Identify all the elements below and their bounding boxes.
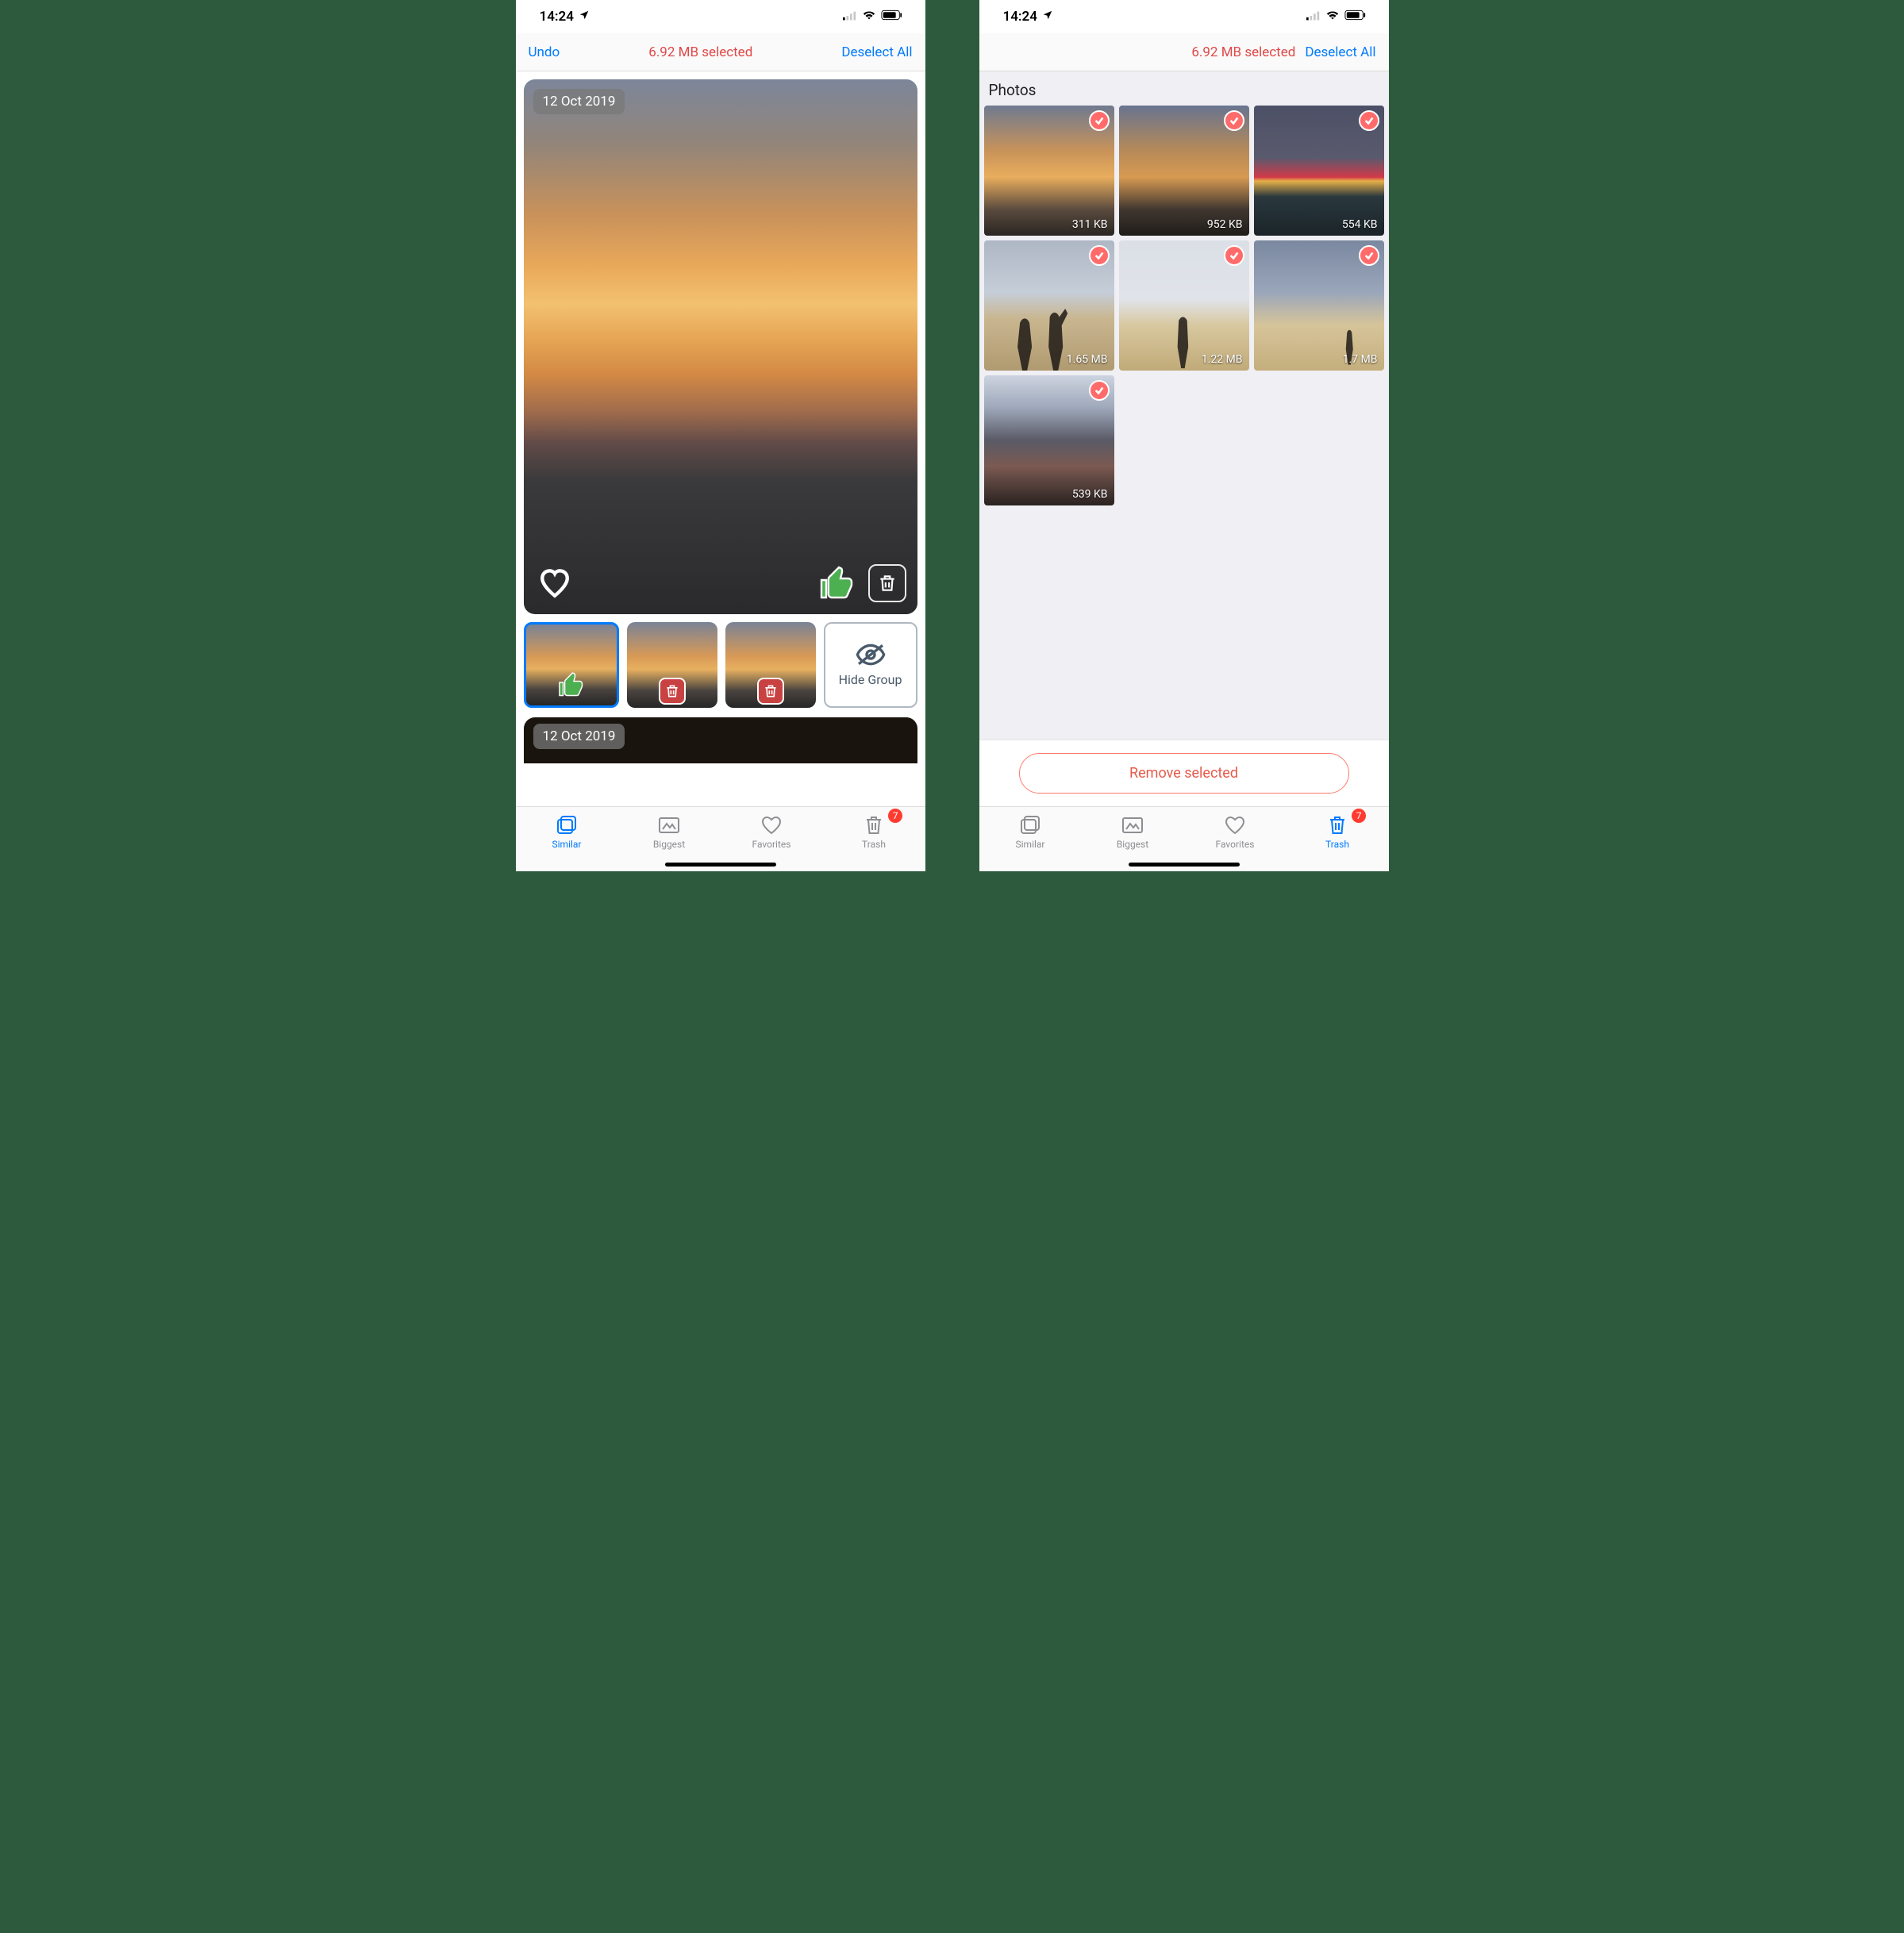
tab-biggest[interactable]: Biggest	[618, 807, 721, 857]
remove-bar: Remove selected	[979, 740, 1389, 806]
location-icon	[1042, 9, 1053, 25]
signal-icon	[843, 9, 857, 25]
tab-favorites[interactable]: Favorites	[721, 807, 823, 857]
wifi-icon	[862, 9, 876, 25]
checkmark-icon	[1089, 245, 1110, 266]
tab-biggest[interactable]: Biggest	[1082, 807, 1184, 857]
photo-size-label: 311 KB	[1072, 218, 1108, 231]
battery-icon	[1344, 9, 1367, 25]
thumbs-up-icon	[557, 671, 586, 702]
section-title: Photos	[979, 71, 1389, 106]
eye-slash-icon	[855, 644, 887, 666]
hide-group-button[interactable]: Hide Group	[824, 622, 917, 708]
trash-icon	[757, 678, 784, 705]
next-group-peek[interactable]: 12 Oct 2019	[524, 717, 917, 763]
similar-icon	[556, 815, 578, 836]
status-time: 14:24	[540, 9, 574, 25]
photo-size-label: 554 KB	[1342, 218, 1378, 231]
phone-trash: 14:24 6.92 MB selected Deselect All Phot…	[979, 0, 1389, 871]
trash-icon	[1326, 815, 1348, 836]
biggest-icon	[658, 815, 680, 836]
thumbnail-1[interactable]	[524, 622, 619, 708]
photo-size-label: 1.65 MB	[1067, 353, 1108, 366]
group-date-badge: 12 Oct 2019	[533, 724, 625, 749]
status-time: 14:24	[1003, 9, 1037, 25]
hide-group-label: Hide Group	[839, 672, 902, 687]
photo-size-label: 1.7 MB	[1343, 353, 1378, 366]
tab-label: Favorites	[752, 839, 791, 850]
battery-icon	[881, 9, 903, 25]
trash-icon	[659, 678, 686, 705]
trash-grid: 311 KB 952 KB 554 KB 1.65 MB 1.22 MB	[979, 106, 1389, 505]
phone-similar: 14:24 Undo 6.92 MB selected Deselect All…	[516, 0, 925, 871]
trash-photo-5[interactable]: 1.22 MB	[1119, 240, 1249, 371]
group-thumbnails: Hide Group	[524, 622, 917, 708]
tab-label: Biggest	[1117, 839, 1148, 850]
heart-icon	[1224, 815, 1246, 836]
thumbnail-3[interactable]	[725, 622, 816, 708]
status-bar: 14:24	[516, 0, 925, 33]
signal-icon	[1306, 9, 1321, 25]
heart-icon	[760, 815, 783, 836]
trash-photo-7[interactable]: 539 KB	[984, 375, 1114, 505]
photo-size-label: 952 KB	[1207, 218, 1243, 231]
tab-label: Similar	[1016, 839, 1045, 850]
tab-label: Favorites	[1216, 839, 1255, 850]
trash-photo-6[interactable]: 1.7 MB	[1254, 240, 1384, 371]
checkmark-icon	[1224, 110, 1244, 131]
checkmark-icon	[1089, 110, 1110, 131]
tab-bar: Similar Biggest Favorites 7 Trash	[516, 806, 925, 871]
home-indicator[interactable]	[1129, 863, 1240, 867]
undo-button[interactable]: Undo	[529, 44, 560, 60]
tab-trash[interactable]: 7 Trash	[1287, 807, 1389, 857]
checkmark-icon	[1224, 245, 1244, 266]
tab-label: Trash	[1325, 839, 1349, 850]
trash-photo-4[interactable]: 1.65 MB	[984, 240, 1114, 371]
tab-similar[interactable]: Similar	[516, 807, 618, 857]
home-indicator[interactable]	[665, 863, 776, 867]
group-main-photo[interactable]: 12 Oct 2019	[524, 79, 917, 614]
trash-photo-3[interactable]: 554 KB	[1254, 106, 1384, 236]
trash-badge: 7	[888, 809, 902, 823]
group-date-badge: 12 Oct 2019	[533, 89, 625, 114]
deselect-all-button[interactable]: Deselect All	[1305, 44, 1375, 60]
remove-selected-button[interactable]: Remove selected	[1019, 753, 1349, 794]
deselect-all-button[interactable]: Deselect All	[841, 44, 912, 60]
tab-label: Similar	[552, 839, 582, 850]
tab-label: Biggest	[653, 839, 685, 850]
photo-size-label: 1.22 MB	[1202, 353, 1243, 366]
tab-label: Trash	[862, 839, 886, 850]
keep-best-button[interactable]	[817, 563, 857, 603]
checkmark-icon	[1089, 380, 1110, 401]
trash-photo-1[interactable]: 311 KB	[984, 106, 1114, 236]
status-bar: 14:24	[979, 0, 1389, 33]
trash-icon	[863, 815, 885, 836]
nav-bar: Undo 6.92 MB selected Deselect All	[516, 33, 925, 71]
photo-size-label: 539 KB	[1072, 488, 1108, 501]
tab-similar[interactable]: Similar	[979, 807, 1082, 857]
tab-bar: Similar Biggest Favorites 7 Trash	[979, 806, 1389, 871]
checkmark-icon	[1359, 110, 1379, 131]
selection-size-label: 6.92 MB selected	[560, 44, 841, 60]
tab-favorites[interactable]: Favorites	[1184, 807, 1287, 857]
location-icon	[579, 9, 590, 25]
trash-badge: 7	[1352, 809, 1366, 823]
nav-bar: 6.92 MB selected Deselect All	[979, 33, 1389, 71]
wifi-icon	[1325, 9, 1340, 25]
tab-trash[interactable]: 7 Trash	[823, 807, 925, 857]
trash-photo-2[interactable]: 952 KB	[1119, 106, 1249, 236]
trash-photo-button[interactable]	[868, 564, 906, 602]
similar-content[interactable]: 12 Oct 2019	[516, 71, 925, 806]
checkmark-icon	[1359, 245, 1379, 266]
favorite-button[interactable]	[535, 563, 575, 603]
selection-size-label: 6.92 MB selected	[1032, 44, 1306, 60]
biggest-icon	[1121, 815, 1144, 836]
thumbnail-2[interactable]	[627, 622, 717, 708]
similar-icon	[1019, 815, 1041, 836]
trash-content[interactable]: Photos 311 KB 952 KB 554 KB 1.65 MB	[979, 71, 1389, 806]
